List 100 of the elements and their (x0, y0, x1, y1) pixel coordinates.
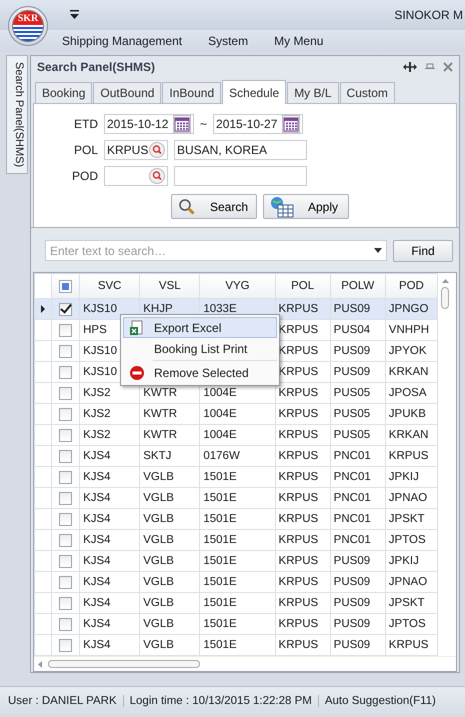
table-cell: KWTR (143, 408, 178, 420)
table-cell: VGLB (143, 639, 174, 651)
scrollbar-thumb[interactable] (441, 287, 449, 309)
scrollbar-thumb[interactable] (48, 660, 200, 668)
row-checkbox[interactable] (59, 324, 72, 336)
table-cell: KJS4 (83, 471, 111, 483)
row-checkbox[interactable] (59, 618, 72, 630)
row-checkbox[interactable] (59, 596, 72, 610)
column-header[interactable]: SVC (80, 274, 140, 298)
table-cell: JPSKT (388, 597, 425, 609)
table-cell: VGLB (143, 618, 174, 630)
tab[interactable]: My B/L (287, 82, 339, 103)
table-cell: PUS05 (334, 408, 370, 420)
table-cell: KJS4 (83, 492, 111, 504)
calendar-icon[interactable] (173, 115, 191, 133)
row-checkbox[interactable] (59, 470, 72, 484)
table-cell: 1501E (203, 492, 237, 504)
pod-code-field[interactable] (104, 166, 168, 186)
remove-icon (129, 364, 145, 380)
tab[interactable]: Custom (340, 82, 395, 103)
table-cell: KJS2 (83, 429, 111, 441)
table-cell: PUS09 (334, 345, 370, 357)
table-cell: KRPUS (278, 513, 318, 525)
column-header[interactable]: POD (385, 274, 438, 298)
find-button[interactable]: Find (393, 240, 453, 262)
pol-label: POL (72, 143, 98, 157)
search-button[interactable]: Search (171, 194, 257, 219)
row-checkbox[interactable] (59, 576, 72, 588)
app-logo[interactable]: SKR (8, 6, 48, 46)
row-checkbox[interactable] (59, 302, 72, 316)
row-checkbox[interactable] (59, 492, 72, 504)
row-checkbox[interactable] (59, 638, 72, 652)
column-header[interactable]: POL (275, 274, 330, 298)
table-cell: JPTOS (388, 618, 426, 630)
column-header[interactable]: VSL (140, 274, 200, 298)
pin-icon[interactable] (425, 62, 435, 72)
row-checkbox[interactable] (59, 450, 72, 462)
dropdown-arrow-icon[interactable] (374, 248, 382, 253)
header-checkbox[interactable] (59, 280, 72, 292)
row-checkbox[interactable] (59, 366, 72, 378)
menu-item[interactable]: Booking List Print (123, 338, 277, 359)
window-title: SINOKOR M (394, 8, 464, 22)
menu-item[interactable]: Shipping Management (62, 34, 194, 48)
etd-from-field[interactable]: 2015-10-12 (104, 114, 194, 134)
table-cell: KHJP (143, 303, 173, 315)
table-cell: PUS04 (334, 324, 370, 336)
calendar-icon[interactable] (282, 115, 300, 133)
status-text: Login time : 10/13/2015 1:22:28 PM (124, 694, 319, 706)
table-cell: KRPUS (278, 597, 318, 609)
pol-name-field[interactable]: BUSAN, KOREA (174, 140, 307, 160)
globe-grid-icon (270, 196, 294, 218)
table-cell: KJS10 (83, 366, 117, 378)
tab[interactable]: Booking (35, 82, 92, 103)
table-cell: KRPUS (278, 324, 318, 336)
row-checkbox[interactable] (59, 428, 72, 442)
table-cell: KRPUS (278, 303, 318, 315)
apply-button[interactable]: Apply (263, 194, 349, 219)
pol-code-field[interactable]: KRPUS (104, 140, 168, 160)
table-cell: VGLB (143, 513, 174, 525)
dropdown-arrow-icon[interactable] (70, 10, 79, 20)
row-checkbox[interactable] (59, 554, 72, 568)
column-header[interactable]: POLW (330, 274, 386, 298)
spreadsheet-icon (129, 320, 145, 336)
table-cell: 1501E (203, 471, 237, 483)
row-checkbox[interactable] (59, 386, 72, 400)
table-cell: PUS09 (334, 366, 370, 378)
scroll-up-icon[interactable] (442, 279, 448, 283)
table-cell: KJS4 (83, 450, 111, 462)
menu-item[interactable]: System (208, 34, 260, 48)
table-cell: VGLB (143, 555, 174, 567)
table-cell: KRPUS (278, 471, 318, 483)
search-icon[interactable] (149, 168, 165, 184)
table-cell: KRPUS (278, 345, 318, 357)
tab[interactable]: InBound (162, 82, 222, 103)
pod-name-field[interactable] (174, 166, 307, 186)
row-checkbox[interactable] (59, 408, 72, 420)
table-cell: PUS09 (334, 576, 370, 588)
table-cell: KRPUS (278, 492, 318, 504)
scroll-left-icon[interactable] (38, 660, 42, 668)
menu-item[interactable]: Remove Selected (123, 362, 277, 383)
close-icon[interactable] (443, 62, 453, 72)
etd-to-field[interactable]: 2015-10-27 (213, 114, 304, 134)
table-cell: JPUKB (388, 408, 426, 420)
row-checkbox[interactable] (59, 534, 72, 546)
table-cell: PUS05 (334, 387, 370, 399)
menu-item[interactable]: Export Excel (123, 317, 277, 338)
table-cell: 1501E (203, 618, 237, 630)
table-cell: KRPUS (388, 450, 428, 462)
menu-item[interactable]: My Menu (274, 34, 336, 48)
table-cell: HPS (83, 324, 107, 336)
row-checkbox[interactable] (59, 512, 72, 526)
resize-icon[interactable] (403, 62, 417, 72)
column-header[interactable]: VYG (200, 274, 276, 298)
table-cell: 1501E (203, 534, 237, 546)
tab[interactable]: OutBound (93, 82, 162, 103)
table-cell: JPYOK (388, 345, 427, 357)
tab[interactable]: Schedule (222, 80, 286, 104)
side-tab[interactable]: Search Panel(SHMS) (6, 55, 28, 174)
search-icon[interactable] (149, 142, 165, 158)
row-checkbox[interactable] (59, 344, 72, 358)
